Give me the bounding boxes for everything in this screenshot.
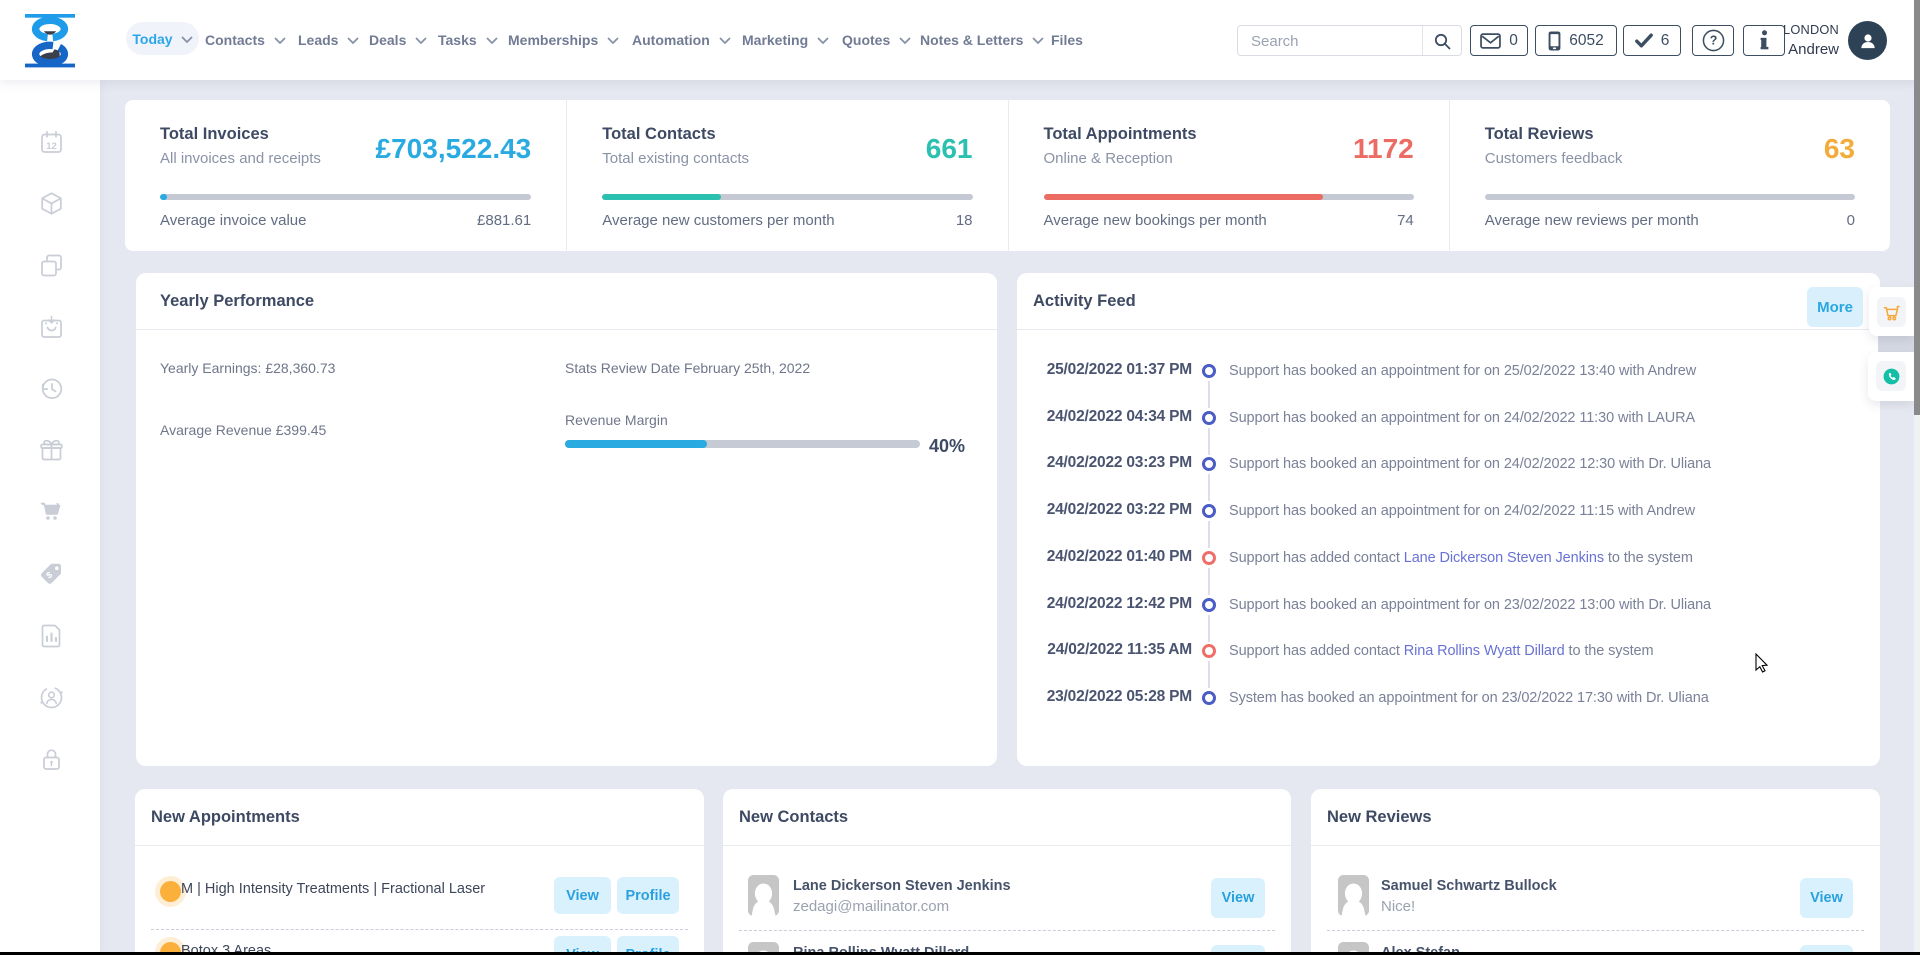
svg-text:12: 12 xyxy=(46,141,57,152)
svg-text:?: ? xyxy=(1709,34,1717,48)
